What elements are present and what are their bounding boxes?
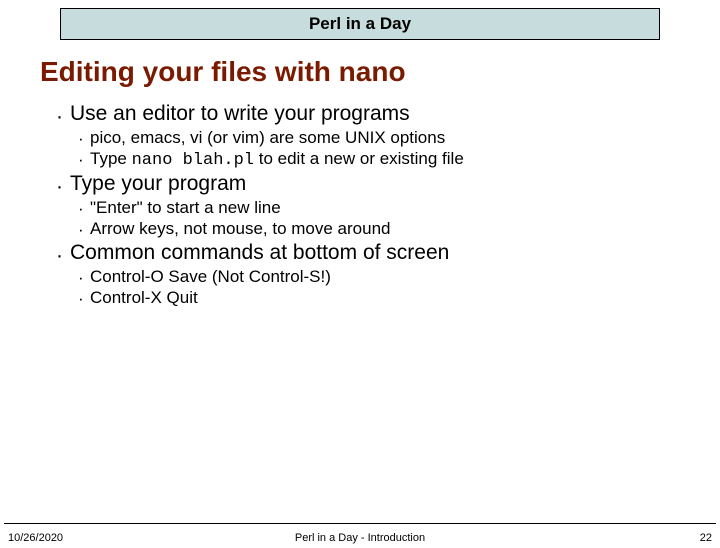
bullet-item: · Type your program	[56, 172, 680, 197]
footer: 10/26/2020 Perl in a Day - Introduction …	[4, 523, 716, 548]
bullet-dot-icon: ·	[78, 219, 90, 239]
bullet-text: "Enter" to start a new line	[90, 198, 680, 218]
bullet-text: Use an editor to write your programs	[70, 102, 680, 127]
bullet-dot-icon: ·	[78, 149, 90, 170]
bullet-dot-icon: ·	[56, 172, 70, 197]
sub-bullet-item: · Control-O Save (Not Control-S!)	[78, 267, 680, 287]
sub-bullet-item: · Control-X Quit	[78, 288, 680, 308]
bullet-dot-icon: ·	[78, 128, 90, 148]
text-suffix: to edit a new or existing file	[254, 149, 464, 168]
footer-title: Perl in a Day - Introduction	[4, 532, 716, 544]
footer-inner: 10/26/2020 Perl in a Day - Introduction …	[4, 528, 716, 544]
bullet-item: · Common commands at bottom of screen	[56, 241, 680, 266]
bullet-text: Control-O Save (Not Control-S!)	[90, 267, 680, 287]
bullet-text: Type your program	[70, 172, 680, 197]
slide-title: Editing your files with nano	[40, 56, 720, 88]
bullet-text: Type nano blah.pl to edit a new or exist…	[90, 149, 680, 170]
bullet-text: pico, emacs, vi (or vim) are some UNIX o…	[90, 128, 680, 148]
mono-text: nano blah.pl	[132, 151, 254, 170]
header-bar: Perl in a Day	[60, 8, 660, 40]
sub-bullet-item: · pico, emacs, vi (or vim) are some UNIX…	[78, 128, 680, 148]
bullet-text: Common commands at bottom of screen	[70, 241, 680, 266]
bullet-text: Arrow keys, not mouse, to move around	[90, 219, 680, 239]
bullet-text: Control-X Quit	[90, 288, 680, 308]
bullet-dot-icon: ·	[78, 288, 90, 308]
sub-bullet-item: · Type nano blah.pl to edit a new or exi…	[78, 149, 680, 170]
bullet-dot-icon: ·	[78, 267, 90, 287]
footer-page: 22	[700, 532, 712, 544]
bullet-dot-icon: ·	[56, 102, 70, 127]
sub-bullet-item: · Arrow keys, not mouse, to move around	[78, 219, 680, 239]
bullet-dot-icon: ·	[56, 241, 70, 266]
slide-content: · Use an editor to write your programs ·…	[56, 102, 680, 308]
bullet-dot-icon: ·	[78, 198, 90, 218]
text-prefix: Type	[90, 149, 132, 168]
header-text: Perl in a Day	[309, 14, 411, 33]
bullet-item: · Use an editor to write your programs	[56, 102, 680, 127]
sub-bullet-item: · "Enter" to start a new line	[78, 198, 680, 218]
